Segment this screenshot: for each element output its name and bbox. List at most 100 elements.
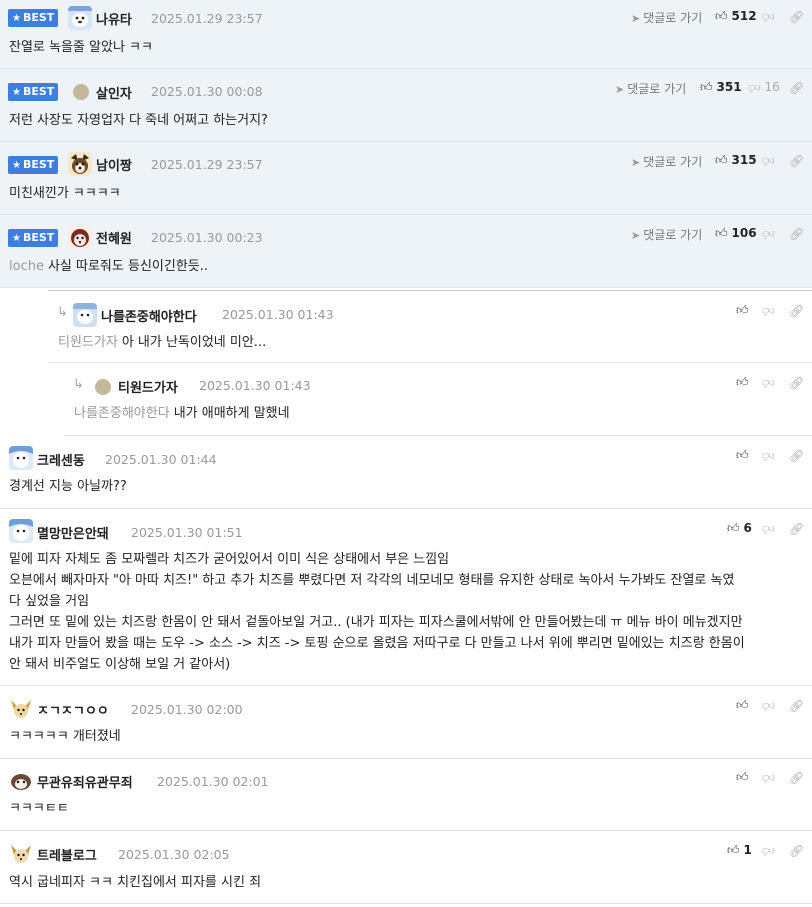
author-nickname[interactable]: 나를존중해야한다 bbox=[101, 306, 197, 325]
upvote-button[interactable]: 👍︎ 1 bbox=[727, 843, 752, 858]
thumbs-up-icon: 👍︎ bbox=[736, 303, 749, 317]
downvote-button[interactable]: 👍︎ bbox=[762, 843, 779, 858]
comment-date: 2025.01.30 00:08 bbox=[151, 84, 263, 99]
comment-line: 안 돼서 비주얼도 이상해 보일 거 같아서) bbox=[9, 657, 231, 672]
avatar[interactable] bbox=[9, 769, 33, 793]
upvote-button[interactable]: 👍︎ bbox=[736, 303, 753, 318]
reply-arrow-icon: ↳ bbox=[57, 305, 68, 320]
thumbs-down-icon: 👍︎ bbox=[762, 227, 775, 241]
avatar[interactable] bbox=[68, 6, 92, 30]
avatar[interactable] bbox=[68, 225, 92, 249]
goto-comment-link[interactable]: ➤ 댓글로 가기 bbox=[631, 226, 702, 243]
thumbs-down-icon: 👍︎ bbox=[762, 449, 775, 463]
upvote-button[interactable]: 👍︎ 315 bbox=[715, 153, 757, 168]
goto-comment-link[interactable]: ➤ 댓글로 가기 bbox=[615, 80, 686, 97]
reply-mention[interactable]: loche bbox=[9, 259, 44, 274]
send-arrow-icon: ➤ bbox=[631, 229, 641, 242]
downvote-button[interactable]: 👍︎ bbox=[762, 303, 779, 318]
comment-text: 나를존중해야한다 내가 애매하게 말했네 bbox=[74, 406, 290, 421]
author-nickname[interactable]: 남이짱 bbox=[96, 155, 132, 174]
send-arrow-icon: ➤ bbox=[615, 83, 625, 96]
author-nickname[interactable]: 무관유죄유관무죄 bbox=[37, 772, 133, 791]
link-icon[interactable]: 🔗︎ bbox=[789, 449, 804, 463]
link-icon[interactable]: 🔗︎ bbox=[789, 81, 804, 95]
avatar[interactable] bbox=[73, 303, 97, 327]
best-badge: ★ BEST bbox=[8, 229, 58, 247]
author-nickname[interactable]: 살인자 bbox=[96, 83, 132, 102]
downvote-button[interactable]: 👍︎ bbox=[762, 9, 779, 24]
author-nickname[interactable]: 크레센동 bbox=[37, 450, 85, 469]
comment-best-2: ★ BEST 살인자 2025.01.30 00:08 ➤ 댓글로 가기 👍︎ 351… bbox=[0, 69, 812, 142]
author-nickname[interactable]: 멸망만은안돼 bbox=[37, 523, 109, 542]
author-nickname[interactable]: 티원드가자 bbox=[118, 377, 178, 396]
author-nickname[interactable]: 트레블로그 bbox=[37, 845, 97, 864]
comment-date: 2025.01.29 23:57 bbox=[151, 157, 263, 172]
downvote-button[interactable]: 👍︎ 16 bbox=[748, 80, 780, 95]
thumbs-up-icon: 👍︎ bbox=[736, 698, 749, 712]
star-icon: ★ bbox=[12, 160, 21, 171]
thumbs-up-icon: 👍︎ bbox=[736, 448, 749, 462]
avatar[interactable] bbox=[9, 841, 33, 865]
best-badge: ★ BEST bbox=[8, 83, 58, 101]
star-icon: ★ bbox=[12, 13, 21, 24]
author-nickname[interactable]: 나유타 bbox=[96, 9, 132, 28]
comment-text: 미친새낀가 ㅋㅋㅋㅋ bbox=[9, 186, 121, 201]
star-icon: ★ bbox=[12, 87, 21, 98]
author-nickname[interactable]: ㅈㄱㅈㄱㅇㅇ bbox=[37, 700, 109, 719]
comment-text: 저런 사장도 자영업자 다 죽네 어쩌고 하는거지? bbox=[9, 113, 268, 128]
downvote-button[interactable]: 👍︎ bbox=[762, 153, 779, 168]
author-nickname[interactable]: 전혜원 bbox=[96, 228, 132, 247]
downvote-button[interactable]: 👍︎ bbox=[762, 226, 779, 241]
comment-text: 경계선 지능 아닐까?? bbox=[9, 479, 127, 494]
comment-best-1: ★ BEST 나유타 2025.01.29 23:57 ➤ 댓글로 가기 👍︎ 512… bbox=[0, 0, 812, 69]
comment-best-3: ★ BEST 남이짱 2025.01.29 23:57 ➤ 댓글로 가기 👍︎ 315… bbox=[0, 142, 812, 215]
upvote-button[interactable]: 👍︎ 351 bbox=[700, 80, 742, 95]
downvote-button[interactable]: 👍︎ bbox=[762, 375, 779, 390]
link-icon[interactable]: 🔗︎ bbox=[789, 154, 804, 168]
thumbs-down-icon: 👍︎ bbox=[762, 304, 775, 318]
best-badge: ★ BEST bbox=[8, 156, 58, 174]
reply-mention[interactable]: 나를존중해야한다 bbox=[74, 406, 170, 421]
avatar[interactable] bbox=[95, 379, 111, 395]
comment-text: ㅋㅋㅋㅋㅋ 개터졌네 bbox=[9, 729, 121, 744]
comment-item: ㅈㄱㅈㄱㅇㅇ 2025.01.30 02:00 👍︎ 👍︎ 🔗︎ ㅋㅋㅋㅋㅋ 개… bbox=[0, 686, 812, 759]
avatar[interactable] bbox=[9, 446, 33, 470]
upvote-button[interactable]: 👍︎ bbox=[736, 770, 753, 785]
reply-mention[interactable]: 티원드가자 bbox=[58, 335, 118, 350]
link-icon[interactable]: 🔗︎ bbox=[789, 304, 804, 318]
thumbs-up-icon: 👍︎ bbox=[727, 843, 740, 857]
avatar[interactable] bbox=[68, 152, 92, 176]
goto-comment-link[interactable]: ➤ 댓글로 가기 bbox=[631, 153, 702, 170]
upvote-button[interactable]: 👍︎ 512 bbox=[715, 9, 757, 24]
upvote-button[interactable]: 👍︎ 6 bbox=[727, 521, 752, 536]
downvote-button[interactable]: 👍︎ bbox=[762, 698, 779, 713]
thumbs-up-icon: 👍︎ bbox=[727, 521, 740, 535]
thumbs-down-icon: 👍︎ bbox=[762, 771, 775, 785]
downvote-button[interactable]: 👍︎ bbox=[762, 448, 779, 463]
upvote-button[interactable]: 👍︎ 106 bbox=[715, 226, 757, 241]
link-icon[interactable]: 🔗︎ bbox=[789, 699, 804, 713]
link-icon[interactable]: 🔗︎ bbox=[789, 771, 804, 785]
best-badge: ★ BEST bbox=[8, 9, 58, 27]
upvote-button[interactable]: 👍︎ bbox=[736, 698, 753, 713]
avatar[interactable] bbox=[9, 519, 33, 543]
downvote-button[interactable]: 👍︎ bbox=[762, 521, 779, 536]
avatar[interactable] bbox=[73, 84, 89, 100]
comment-date: 2025.01.30 02:05 bbox=[118, 847, 230, 862]
upvote-button[interactable]: 👍︎ bbox=[736, 375, 753, 390]
goto-comment-link[interactable]: ➤ 댓글로 가기 bbox=[631, 9, 702, 26]
thumbs-down-icon: 👍︎ bbox=[762, 844, 775, 858]
downvote-button[interactable]: 👍︎ bbox=[762, 770, 779, 785]
avatar[interactable] bbox=[9, 696, 33, 720]
comment-item: 무관유죄유관무죄 2025.01.30 02:01 👍︎ 👍︎ 🔗︎ ㅋㅋㅋㅌㅌ bbox=[0, 759, 812, 831]
link-icon[interactable]: 🔗︎ bbox=[789, 376, 804, 390]
upvote-button[interactable]: 👍︎ bbox=[736, 448, 753, 463]
link-icon[interactable]: 🔗︎ bbox=[789, 844, 804, 858]
thumbs-up-icon: 👍︎ bbox=[715, 9, 728, 23]
link-icon[interactable]: 🔗︎ bbox=[789, 522, 804, 536]
comment-date: 2025.01.30 01:51 bbox=[131, 525, 243, 540]
comment-text: loche 사실 따로줘도 등신이긴한듯.. bbox=[9, 259, 209, 274]
link-icon[interactable]: 🔗︎ bbox=[789, 10, 804, 24]
thumbs-down-icon: 👍︎ bbox=[762, 154, 775, 168]
link-icon[interactable]: 🔗︎ bbox=[789, 227, 804, 241]
